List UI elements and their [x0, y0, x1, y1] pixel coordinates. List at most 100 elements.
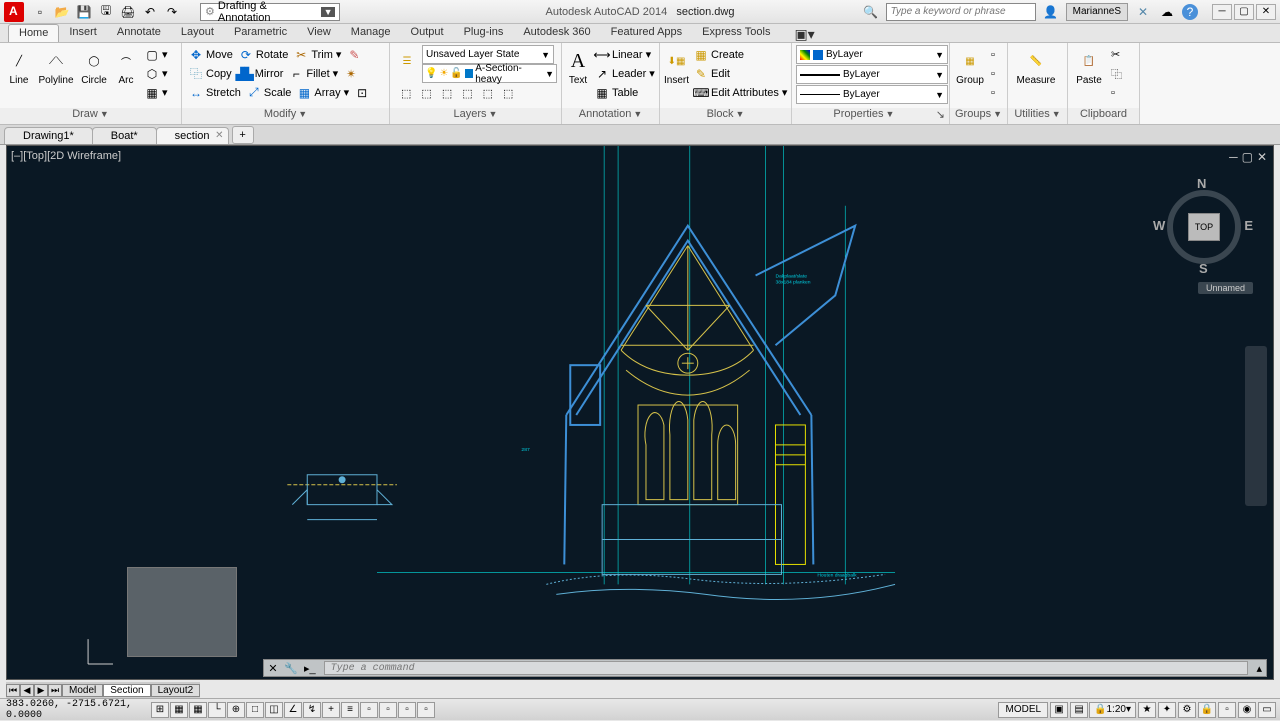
text-button[interactable]: AText	[566, 45, 590, 86]
save-icon[interactable]: 💾	[76, 4, 92, 20]
panel-modify-title[interactable]: Modify▼	[182, 108, 389, 124]
sb-dyn-icon[interactable]: +	[322, 702, 340, 718]
panel-draw-title[interactable]: Draw▼	[0, 108, 181, 124]
cmdline-expand-icon[interactable]: ▴	[1252, 662, 1266, 675]
sb-isolate-icon[interactable]: ◉	[1238, 702, 1256, 718]
array-button[interactable]: ▦Array▾	[294, 83, 352, 102]
group-button[interactable]: ▦Group	[954, 45, 986, 86]
tab-view[interactable]: View	[297, 24, 341, 42]
panel-utilities-title[interactable]: Utilities▼	[1008, 108, 1067, 124]
table-button[interactable]: ▦Table	[592, 83, 658, 102]
sb-sc-icon[interactable]: ▫	[398, 702, 416, 718]
file-tab[interactable]: Drawing1*	[4, 127, 93, 144]
group-tool2[interactable]: ▫	[988, 64, 998, 83]
cmdline-config-icon[interactable]: 🔧	[282, 662, 300, 675]
erase-button[interactable]: ✎	[344, 45, 364, 64]
layout-last-icon[interactable]: ⏭	[48, 684, 62, 697]
layer-tool2[interactable]: ⬚	[418, 84, 434, 103]
tab-plugins[interactable]: Plug-ins	[454, 24, 514, 42]
fillet-button[interactable]: ⌐Fillet▾	[286, 64, 341, 83]
copy-clip-button[interactable]: ⿻	[1108, 64, 1125, 83]
user-button[interactable]: MarianneS	[1066, 3, 1128, 21]
sb-lwt-icon[interactable]: ≡	[341, 702, 359, 718]
tab-featured-apps[interactable]: Featured Apps	[601, 24, 693, 42]
mirror-button[interactable]: ▟▙Mirror	[235, 64, 287, 83]
circle-button[interactable]: ◯Circle	[78, 45, 110, 86]
layout-next-icon[interactable]: ▶	[34, 684, 48, 697]
tab-addon-icon[interactable]: ▣▾	[784, 24, 824, 42]
layer-select[interactable]: 💡 ☀ 🔓 A-Section-heavy▼	[422, 64, 557, 83]
layer-tool5[interactable]: ⬚	[480, 84, 496, 103]
trim-button[interactable]: ✂Trim▾	[291, 45, 344, 64]
sb-snap-icon[interactable]: ▦	[170, 702, 188, 718]
copy-button[interactable]: ⿻Copy	[186, 64, 235, 83]
sb-quickview-icon[interactable]: ▤	[1070, 702, 1088, 718]
measure-button[interactable]: 📏Measure	[1012, 45, 1060, 86]
leader-button[interactable]: ↗Leader▾	[592, 64, 658, 83]
annotation-scale[interactable]: 🔒 1:20 ▾	[1089, 702, 1136, 718]
tab-output[interactable]: Output	[401, 24, 454, 42]
layout-tab-layout2[interactable]: Layout2	[151, 684, 201, 697]
layer-properties-button[interactable]: ☰	[394, 45, 420, 83]
line-button[interactable]: ╱Line	[4, 45, 34, 86]
restore-button[interactable]: ▢	[1234, 4, 1254, 20]
draw-more2[interactable]: ⬡▾	[142, 64, 171, 83]
drawing-canvas[interactable]: [–][Top][2D Wireframe] ─ ▢ ✕ N S E W TOP…	[6, 145, 1274, 680]
move-button[interactable]: ✥Move	[186, 45, 236, 64]
open-icon[interactable]: 📂	[54, 4, 70, 20]
sb-grid-icon[interactable]: ▦	[189, 702, 207, 718]
file-tab[interactable]: section✕	[156, 127, 229, 144]
sb-layout-icon[interactable]: ▣	[1050, 702, 1068, 718]
model-space-button[interactable]: MODEL	[998, 702, 1048, 718]
close-icon[interactable]: ✕	[215, 130, 223, 141]
layout-prev-icon[interactable]: ◀	[20, 684, 34, 697]
cmdline-close-icon[interactable]: ✕	[264, 662, 282, 675]
color-select[interactable]: ByLayer▼	[796, 45, 948, 64]
app-logo[interactable]	[4, 2, 24, 22]
draw-more3[interactable]: ▦▾	[142, 83, 171, 102]
sb-infer-icon[interactable]: ⊞	[151, 702, 169, 718]
layout-tab-section[interactable]: Section	[103, 684, 150, 697]
linetype-select[interactable]: ByLayer▼	[796, 85, 948, 104]
new-tab-button[interactable]: +	[232, 126, 254, 144]
tab-insert[interactable]: Insert	[59, 24, 107, 42]
tab-home[interactable]: Home	[8, 24, 59, 42]
tab-layout[interactable]: Layout	[171, 24, 224, 42]
rotate-button[interactable]: ⟳Rotate	[236, 45, 291, 64]
lineweight-select[interactable]: ByLayer▼	[796, 65, 948, 84]
sb-3dosnap-icon[interactable]: ◫	[265, 702, 283, 718]
workspace-selector[interactable]: ⚙ Drafting & Annotation ▼	[200, 3, 340, 21]
sb-tpy-icon[interactable]: ▫	[360, 702, 378, 718]
scale-button[interactable]: ⤢Scale	[244, 83, 295, 102]
sb-otrack-icon[interactable]: ∠	[284, 702, 302, 718]
cut-button[interactable]: ✂	[1108, 45, 1125, 64]
close-button[interactable]: ✕	[1256, 4, 1276, 20]
layout-tab-model[interactable]: Model	[62, 684, 103, 697]
tab-parametric[interactable]: Parametric	[224, 24, 297, 42]
layer-tool6[interactable]: ⬚	[500, 84, 516, 103]
layer-tool3[interactable]: ⬚	[439, 84, 455, 103]
sb-polar-icon[interactable]: ⊕	[227, 702, 245, 718]
sb-annoauto-icon[interactable]: ✦	[1158, 702, 1176, 718]
layer-tool4[interactable]: ⬚	[459, 84, 475, 103]
polyline-button[interactable]: ⟋⟍Polyline	[36, 45, 76, 86]
panel-block-title[interactable]: Block▼	[660, 108, 791, 124]
insert-button[interactable]: ⬇▦Insert	[664, 45, 689, 86]
match-button[interactable]: ▫	[1108, 83, 1125, 102]
sb-osnap-icon[interactable]: □	[246, 702, 264, 718]
sb-ws-icon[interactable]: ⚙	[1178, 702, 1196, 718]
draw-more1[interactable]: ▢▾	[142, 45, 171, 64]
sb-annovis-icon[interactable]: ★	[1138, 702, 1156, 718]
sb-clean-icon[interactable]: ▭	[1258, 702, 1276, 718]
tab-express-tools[interactable]: Express Tools	[692, 24, 780, 42]
tab-annotate[interactable]: Annotate	[107, 24, 171, 42]
group-tool1[interactable]: ▫	[988, 45, 998, 64]
panel-groups-title[interactable]: Groups▼	[950, 108, 1007, 124]
panel-annotation-title[interactable]: Annotation▼	[562, 108, 659, 124]
edit-attrs-button[interactable]: ⌨Edit Attributes▾	[691, 83, 790, 102]
sb-ducs-icon[interactable]: ↯	[303, 702, 321, 718]
search-input[interactable]	[886, 3, 1036, 21]
offset-button[interactable]: ⊡	[352, 83, 372, 102]
file-tab[interactable]: Boat*	[92, 127, 157, 144]
layer-tool1[interactable]: ⬚	[398, 84, 414, 103]
